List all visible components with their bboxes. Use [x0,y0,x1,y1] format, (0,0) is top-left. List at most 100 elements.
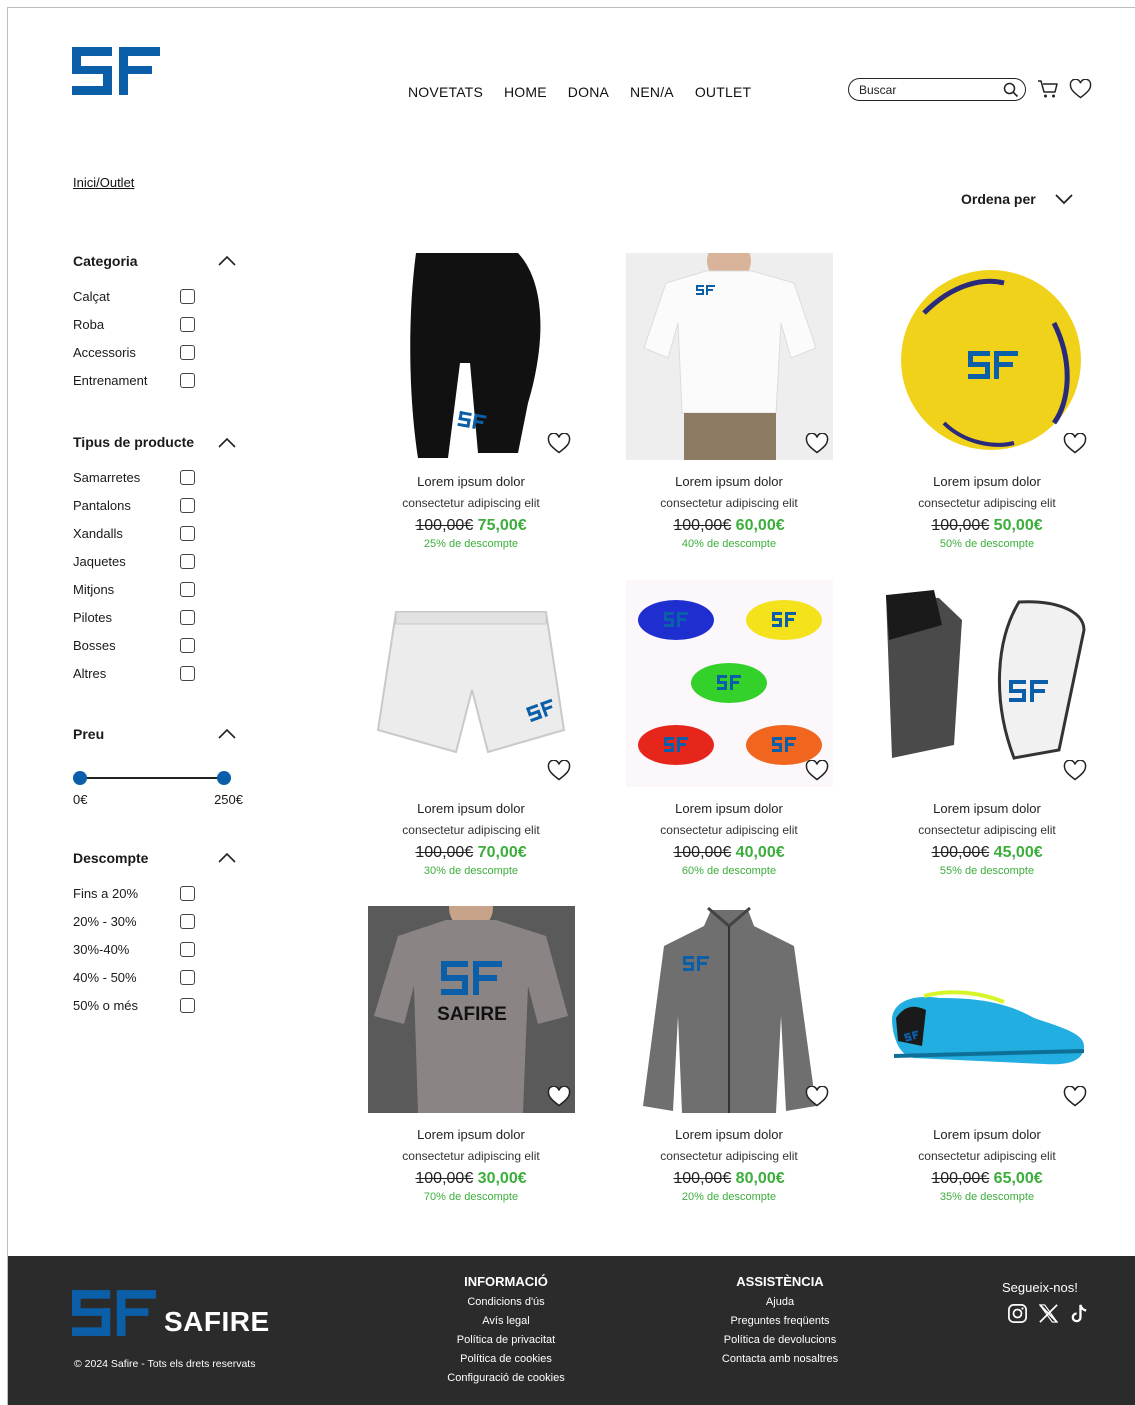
filter-option[interactable]: 20% - 30% [73,907,195,935]
heart-icon[interactable] [805,760,829,781]
option-label: Samarretes [73,469,141,485]
cart-icon[interactable] [1037,79,1059,99]
checkbox[interactable] [180,469,195,485]
product-image[interactable] [625,253,833,460]
filter-preu-header[interactable]: Preu [73,726,236,742]
filter-option[interactable]: Roba [73,310,195,338]
heart-icon[interactable] [1063,1086,1087,1107]
slider-handle-max[interactable] [217,771,231,785]
slider-handle-min[interactable] [73,771,87,785]
yellow-ball-image [883,253,1091,460]
filter-option[interactable]: Jaquetes [73,547,195,575]
filter-option[interactable]: Calçat [73,282,195,310]
product-card[interactable]: Lorem ipsum dolor consectetur adipiscing… [624,906,834,1203]
filter-option[interactable]: Accessoris [73,338,195,366]
shorts-black-image [367,253,575,460]
product-image[interactable] [367,253,575,460]
sort-dropdown[interactable]: Ordena per [961,191,1074,207]
checkbox[interactable] [180,609,195,625]
discount-label: 35% de descompte [939,1191,1035,1203]
product-card[interactable]: Lorem ipsum dolor consectetur adipiscing… [366,253,576,550]
filter-tipus-header[interactable]: Tipus de producte [73,434,236,450]
filter-option[interactable]: Entrenament [73,366,195,394]
filter-option[interactable]: Fins a 20% [73,879,195,907]
checkbox[interactable] [180,553,195,569]
footer-link[interactable]: Contacta amb nosaltres [700,1350,860,1369]
product-image[interactable] [625,580,833,787]
heart-icon[interactable] [1069,79,1092,99]
filter-descompte-header[interactable]: Descompte [73,850,236,866]
nav-outlet[interactable]: OUTLET [695,84,751,100]
product-card[interactable]: Lorem ipsum dolor consectetur adipiscing… [882,906,1092,1203]
filter-option[interactable]: Xandalls [73,519,195,547]
checkbox[interactable] [180,372,195,388]
checkbox[interactable] [180,665,195,681]
footer-link[interactable]: Preguntes freqüents [700,1312,860,1331]
tiktok-icon[interactable] [1069,1303,1090,1324]
filter-option[interactable]: Pilotes [73,603,195,631]
filter-option[interactable]: 40% - 50% [73,963,195,991]
brand-logo[interactable] [72,47,160,95]
checkbox[interactable] [180,913,195,929]
filter-option[interactable]: Pantalons [73,491,195,519]
heart-icon[interactable] [547,1086,571,1107]
tshirt-print-text: SAFIRE [437,1004,507,1025]
footer-link[interactable]: Configuració de cookies [426,1369,586,1388]
search-input[interactable] [859,82,999,97]
product-card[interactable]: Lorem ipsum dolor consectetur adipiscing… [882,580,1092,877]
checkbox[interactable] [180,969,195,985]
product-image[interactable]: SAFIRE [367,906,575,1113]
nav-novetats[interactable]: NOVETATS [408,84,483,100]
checkbox[interactable] [180,637,195,653]
product-image[interactable] [883,580,1091,787]
footer-link[interactable]: Avís legal [426,1312,586,1331]
checkbox[interactable] [180,497,195,513]
checkbox[interactable] [180,525,195,541]
filter-option[interactable]: Bosses [73,631,195,659]
footer-link[interactable]: Política de privacitat [426,1331,586,1350]
heart-icon[interactable] [1063,433,1087,454]
product-image[interactable] [625,906,833,1113]
option-label: Pantalons [73,497,131,513]
breadcrumb[interactable]: Inici/Outlet [73,175,134,190]
heart-icon[interactable] [805,433,829,454]
product-card[interactable]: Lorem ipsum dolor consectetur adipiscing… [624,253,834,550]
product-card[interactable]: SAFIRE Lorem ipsum dolor consectetur adi… [366,906,576,1203]
filter-option[interactable]: 30%-40% [73,935,195,963]
heart-icon[interactable] [1063,760,1087,781]
filter-option[interactable]: Samarretes [73,463,195,491]
instagram-icon[interactable] [1007,1303,1028,1324]
checkbox[interactable] [180,885,195,901]
nav-nena[interactable]: NEN/A [630,84,674,100]
footer-link[interactable]: Ajuda [700,1293,860,1312]
checkbox[interactable] [180,581,195,597]
footer-link[interactable]: Política de devolucions [700,1331,860,1350]
heart-icon[interactable] [805,1086,829,1107]
x-icon[interactable] [1038,1303,1059,1324]
product-image[interactable] [883,253,1091,460]
checkbox[interactable] [180,941,195,957]
filter-option[interactable]: 50% o més [73,991,195,1019]
checkbox[interactable] [180,344,195,360]
filter-option[interactable]: Altres [73,659,195,687]
footer-logo[interactable]: SAFIRE [72,1290,270,1336]
nav-home[interactable]: HOME [504,84,547,100]
product-card[interactable]: Lorem ipsum dolor consectetur adipiscing… [366,580,576,877]
search-icon[interactable] [1003,82,1019,98]
footer-link[interactable]: Política de cookies [426,1350,586,1369]
footer-link[interactable]: Condicions d'ús [426,1293,586,1312]
filter-categoria-header[interactable]: Categoria [73,253,236,269]
heart-icon[interactable] [547,760,571,781]
checkbox[interactable] [180,288,195,304]
filter-option[interactable]: Mitjons [73,575,195,603]
product-image[interactable] [367,580,575,787]
heart-icon[interactable] [547,433,571,454]
checkbox[interactable] [180,316,195,332]
product-image[interactable] [883,906,1091,1113]
nav-dona[interactable]: DONA [568,84,609,100]
product-card[interactable]: Lorem ipsum dolor consectetur adipiscing… [624,580,834,877]
product-card[interactable]: Lorem ipsum dolor consectetur adipiscing… [882,253,1092,550]
training-cones-image [625,580,833,787]
price-slider[interactable] [73,771,233,785]
checkbox[interactable] [180,997,195,1013]
